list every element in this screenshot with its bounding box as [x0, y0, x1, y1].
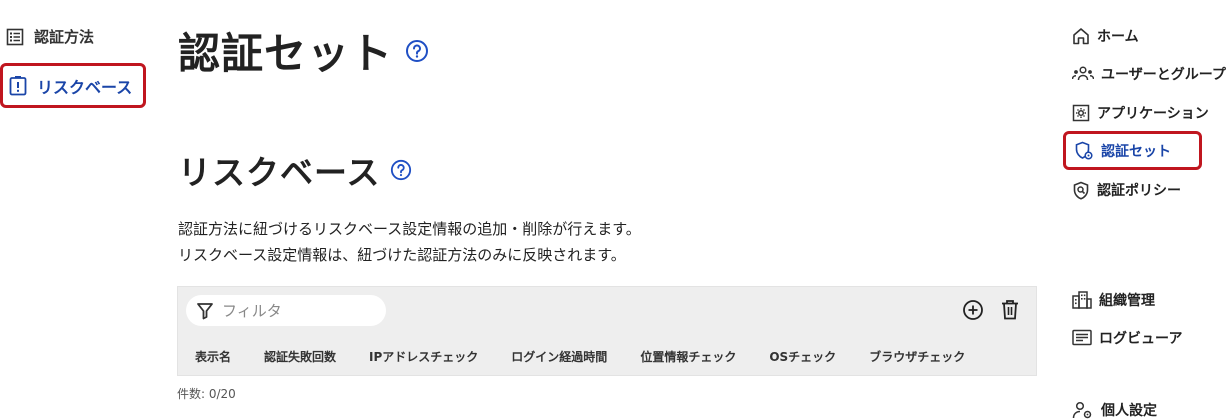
right-nav-label: ログビューア [1099, 331, 1183, 347]
right-nav-label: ホーム [1097, 29, 1139, 45]
right-nav-label: 個人設定 [1101, 403, 1157, 419]
delete-button[interactable] [1000, 299, 1020, 321]
help-icon[interactable] [405, 39, 429, 63]
right-nav-item-home[interactable]: ホーム [1072, 26, 1139, 46]
left-nav-label: 認証方法 [34, 28, 95, 46]
home-icon [1073, 28, 1089, 45]
right-nav-label: 組織管理 [1099, 293, 1155, 309]
table-actions [962, 299, 1020, 321]
left-nav-label: リスクベース [37, 77, 133, 97]
description-line: リスクベース設定情報は、紐づけた認証方法のみに反映されます。 [178, 246, 626, 264]
right-nav-item-log-viewer[interactable]: ログビューア [1072, 328, 1182, 348]
column-header[interactable]: IPアドレスチェック [369, 348, 478, 365]
person-gear-icon [1072, 401, 1092, 419]
shield-search-icon [1073, 181, 1089, 200]
column-header[interactable]: 表示名 [195, 348, 231, 365]
log-icon [1072, 329, 1092, 346]
users-icon [1072, 66, 1094, 81]
description: 認証方法に紐づけるリスクベース設定情報の追加・削除が行えます。 リスクベース設定… [178, 216, 641, 268]
column-header[interactable]: 位置情報チェック [640, 348, 736, 365]
right-nav-item-auth-sets[interactable]: 認証セット [1063, 131, 1202, 170]
alert-card-icon [9, 75, 27, 95]
column-header[interactable]: OSチェック [769, 348, 836, 365]
add-button[interactable] [962, 299, 984, 321]
app-icon [1072, 104, 1090, 122]
filter-input[interactable] [222, 301, 372, 320]
item-count: 件数: 0/20 [177, 387, 236, 401]
left-nav-item-risk-based[interactable]: リスクベース [0, 63, 146, 108]
section-title-row: リスクベース [178, 146, 412, 194]
right-nav-label: ユーザーとグループ [1101, 67, 1226, 83]
right-nav-item-organization[interactable]: 組織管理 [1072, 290, 1155, 310]
trash-icon [1002, 300, 1018, 320]
help-icon[interactable] [390, 159, 412, 181]
filter-icon [197, 302, 213, 319]
right-nav-label: アプリケーション [1097, 106, 1209, 122]
column-header[interactable]: ブラウザチェック [869, 348, 965, 365]
right-nav-item-personal-settings[interactable]: 個人設定 [1072, 400, 1157, 420]
left-nav-item-auth-methods[interactable]: 認証方法 [6, 26, 94, 47]
right-nav-item-applications[interactable]: アプリケーション [1072, 103, 1209, 123]
page-title: 認証セット [178, 29, 394, 78]
add-circle-icon [963, 300, 983, 320]
right-nav-item-users-groups[interactable]: ユーザーとグループ [1072, 64, 1226, 84]
right-nav-label: 認証ポリシー [1097, 183, 1181, 199]
column-header[interactable]: 認証失敗回数 [264, 348, 336, 365]
page-title-row: 認証セット [178, 20, 429, 81]
right-nav-label: 認証セット [1101, 143, 1171, 160]
table-header: 表示名 認証失敗回数 IPアドレスチェック ログイン経過時間 位置情報チェック … [195, 348, 998, 365]
list-icon [6, 28, 24, 45]
description-line: 認証方法に紐づけるリスクベース設定情報の追加・削除が行えます。 [178, 220, 641, 238]
risk-table: 表示名 認証失敗回数 IPアドレスチェック ログイン経過時間 位置情報チェック … [177, 286, 1037, 376]
building-icon [1072, 291, 1092, 309]
filter-field[interactable] [186, 295, 386, 326]
section-title: リスクベース [178, 153, 381, 192]
shield-gear-icon [1075, 141, 1093, 160]
column-header[interactable]: ログイン経過時間 [511, 348, 607, 365]
right-nav-item-auth-policy[interactable]: 認証ポリシー [1072, 180, 1181, 200]
